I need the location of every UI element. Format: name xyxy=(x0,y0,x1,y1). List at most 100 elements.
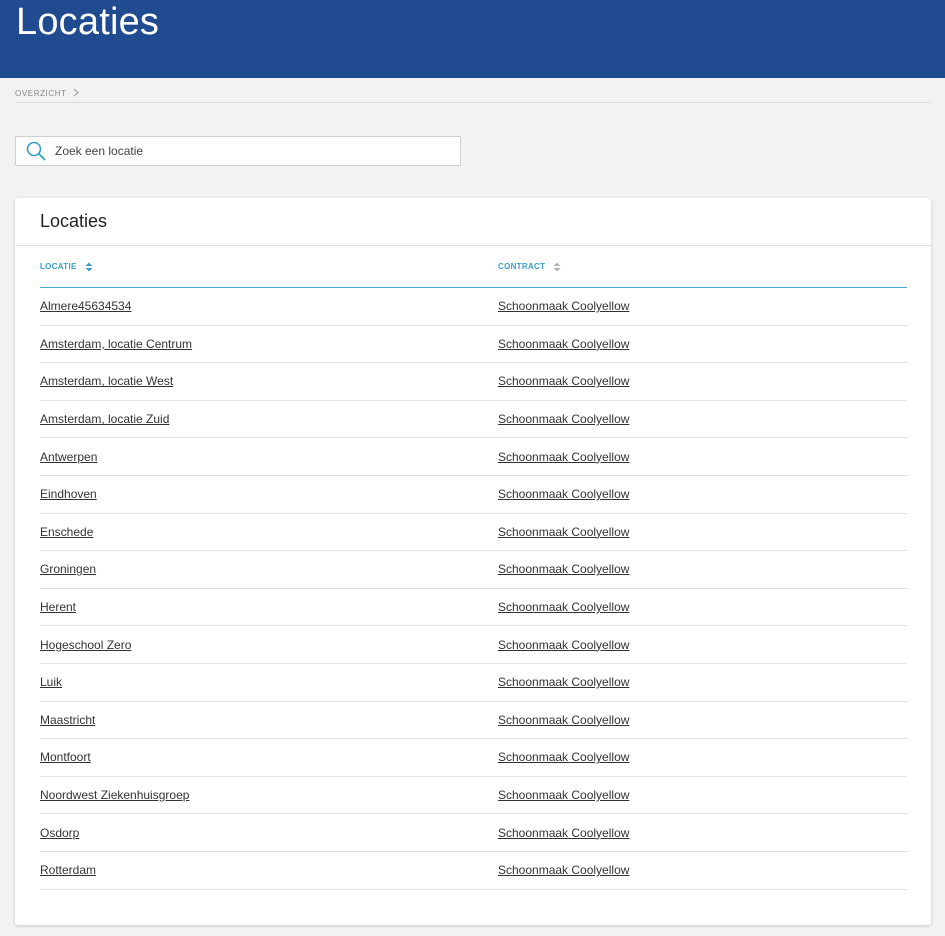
cell-contract: Schoonmaak Coolyellow xyxy=(498,299,629,313)
cell-contract: Schoonmaak Coolyellow xyxy=(498,412,629,426)
location-link[interactable]: Noordwest Ziekenhuisgroep xyxy=(40,788,189,802)
cell-locatie: Maastricht xyxy=(40,713,498,727)
table-row: Antwerpen Schoonmaak Coolyellow xyxy=(40,438,907,476)
cell-contract: Schoonmaak Coolyellow xyxy=(498,675,629,689)
table-row: Luik Schoonmaak Coolyellow xyxy=(40,664,907,702)
table-row: Groningen Schoonmaak Coolyellow xyxy=(40,551,907,589)
cell-locatie: Amsterdam, locatie Zuid xyxy=(40,412,498,426)
contract-link[interactable]: Schoonmaak Coolyellow xyxy=(498,337,629,351)
location-link[interactable]: Amsterdam, locatie Zuid xyxy=(40,412,169,426)
location-link[interactable]: Luik xyxy=(40,675,62,689)
cell-contract: Schoonmaak Coolyellow xyxy=(498,788,629,802)
contract-link[interactable]: Schoonmaak Coolyellow xyxy=(498,299,629,313)
table-row: Amsterdam, locatie Zuid Schoonmaak Coolye… xyxy=(40,401,907,439)
sort-icon[interactable] xyxy=(553,262,561,272)
column-header-contract[interactable]: CONTRACT xyxy=(498,262,561,272)
cell-contract: Schoonmaak Coolyellow xyxy=(498,826,629,840)
cell-locatie: Amsterdam, locatie Centrum xyxy=(40,337,498,351)
contract-link[interactable]: Schoonmaak Coolyellow xyxy=(498,562,629,576)
table-row: Amsterdam, locatie Centrum Schoonmaak Coo… xyxy=(40,326,907,364)
contract-link[interactable]: Schoonmaak Coolyellow xyxy=(498,450,629,464)
contract-link[interactable]: Schoonmaak Coolyellow xyxy=(498,487,629,501)
table-header: LOCATIE CONTRACT xyxy=(40,246,907,288)
column-header-label: CONTRACT xyxy=(498,262,546,271)
chevron-right-icon xyxy=(73,88,79,99)
column-header-label: LOCATIE xyxy=(40,262,77,271)
contract-link[interactable]: Schoonmaak Coolyellow xyxy=(498,713,629,727)
location-link[interactable]: Groningen xyxy=(40,562,96,576)
search-box xyxy=(15,136,461,166)
table-row: Noordwest Ziekenhuisgroep Schoonmaak Cool… xyxy=(40,777,907,815)
locations-card: Locaties LOCATIE CONTRACT Almere45634534… xyxy=(15,198,931,925)
contract-link[interactable]: Schoonmaak Coolyellow xyxy=(498,600,629,614)
cell-locatie: Almere45634534 xyxy=(40,299,498,313)
table-row: Rotterdam Schoonmaak Coolyellow xyxy=(40,852,907,890)
cell-contract: Schoonmaak Coolyellow xyxy=(498,374,629,388)
table-row: Montfoort Schoonmaak Coolyellow xyxy=(40,739,907,777)
cell-locatie: Amsterdam, locatie West xyxy=(40,374,498,388)
contract-link[interactable]: Schoonmaak Coolyellow xyxy=(498,826,629,840)
cell-locatie: Osdorp xyxy=(40,826,498,840)
cell-contract: Schoonmaak Coolyellow xyxy=(498,450,629,464)
cell-contract: Schoonmaak Coolyellow xyxy=(498,863,629,877)
cell-locatie: Eindhoven xyxy=(40,487,498,501)
contract-link[interactable]: Schoonmaak Coolyellow xyxy=(498,863,629,877)
cell-locatie: Enschede xyxy=(40,525,498,539)
location-link[interactable]: Osdorp xyxy=(40,826,79,840)
cell-locatie: Groningen xyxy=(40,562,498,576)
cell-locatie: Noordwest Ziekenhuisgroep xyxy=(40,788,498,802)
location-link[interactable]: Almere45634534 xyxy=(40,299,131,313)
contract-link[interactable]: Schoonmaak Coolyellow xyxy=(498,788,629,802)
cell-locatie: Montfoort xyxy=(40,750,498,764)
cell-contract: Schoonmaak Coolyellow xyxy=(498,600,629,614)
cell-contract: Schoonmaak Coolyellow xyxy=(498,562,629,576)
cell-locatie: Rotterdam xyxy=(40,863,498,877)
location-link[interactable]: Hogeschool Zero xyxy=(40,638,131,652)
sort-icon[interactable] xyxy=(85,262,93,272)
cell-locatie: Herent xyxy=(40,600,498,614)
cell-contract: Schoonmaak Coolyellow xyxy=(498,713,629,727)
table-row: Maastricht Schoonmaak Coolyellow xyxy=(40,702,907,740)
cell-locatie: Luik xyxy=(40,675,498,689)
contract-link[interactable]: Schoonmaak Coolyellow xyxy=(498,374,629,388)
contract-link[interactable]: Schoonmaak Coolyellow xyxy=(498,675,629,689)
cell-contract: Schoonmaak Coolyellow xyxy=(498,525,629,539)
breadcrumb: OVERZICHT xyxy=(15,85,931,103)
cell-contract: Schoonmaak Coolyellow xyxy=(498,337,629,351)
table-row: Enschede Schoonmaak Coolyellow xyxy=(40,514,907,552)
table-body: Almere45634534 Schoonmaak Coolyellow Amste… xyxy=(40,288,907,890)
location-link[interactable]: Maastricht xyxy=(40,713,95,727)
contract-link[interactable]: Schoonmaak Coolyellow xyxy=(498,638,629,652)
card-header: Locaties xyxy=(15,198,931,246)
location-link[interactable]: Eindhoven xyxy=(40,487,97,501)
cell-locatie: Antwerpen xyxy=(40,450,498,464)
contract-link[interactable]: Schoonmaak Coolyellow xyxy=(498,525,629,539)
location-link[interactable]: Herent xyxy=(40,600,76,614)
location-link[interactable]: Enschede xyxy=(40,525,93,539)
page-title: Locaties xyxy=(16,1,160,43)
table-row: Eindhoven Schoonmaak Coolyellow xyxy=(40,476,907,514)
location-link[interactable]: Rotterdam xyxy=(40,863,96,877)
location-link[interactable]: Amsterdam, locatie Centrum xyxy=(40,337,192,351)
table-row: Almere45634534 Schoonmaak Coolyellow xyxy=(40,288,907,326)
locations-table: LOCATIE CONTRACT Almere45634534 Schoonma… xyxy=(40,246,907,890)
contract-link[interactable]: Schoonmaak Coolyellow xyxy=(498,750,629,764)
cell-contract: Schoonmaak Coolyellow xyxy=(498,638,629,652)
top-bar: Locaties xyxy=(0,0,945,78)
search-icon[interactable] xyxy=(23,138,49,164)
table-row: Osdorp Schoonmaak Coolyellow xyxy=(40,814,907,852)
cell-locatie: Hogeschool Zero xyxy=(40,638,498,652)
table-row: Amsterdam, locatie West Schoonmaak Coolye… xyxy=(40,363,907,401)
cell-contract: Schoonmaak Coolyellow xyxy=(498,750,629,764)
card-title: Locaties xyxy=(40,211,108,231)
location-link[interactable]: Antwerpen xyxy=(40,450,97,464)
contract-link[interactable]: Schoonmaak Coolyellow xyxy=(498,412,629,426)
table-row: Hogeschool Zero Schoonmaak Coolyellow xyxy=(40,626,907,664)
search-input[interactable] xyxy=(55,144,435,158)
location-link[interactable]: Montfoort xyxy=(40,750,91,764)
table-row: Herent Schoonmaak Coolyellow xyxy=(40,589,907,627)
location-link[interactable]: Amsterdam, locatie West xyxy=(40,374,173,388)
column-header-locatie[interactable]: LOCATIE xyxy=(40,262,498,272)
breadcrumb-item-overzicht[interactable]: OVERZICHT xyxy=(15,89,67,98)
cell-contract: Schoonmaak Coolyellow xyxy=(498,487,629,501)
